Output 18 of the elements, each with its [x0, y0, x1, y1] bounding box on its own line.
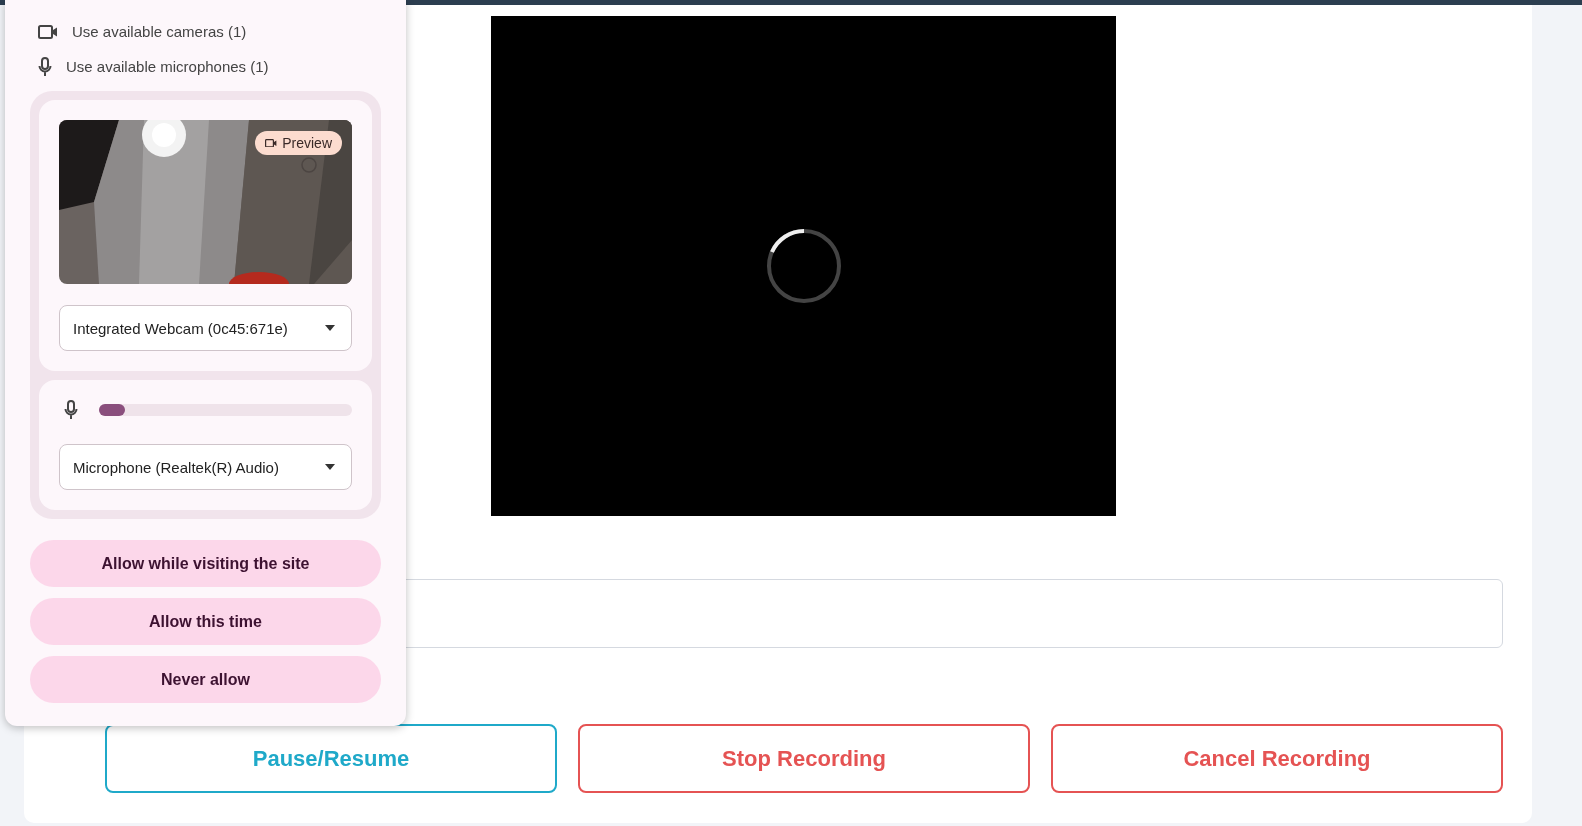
select-value: Microphone (Realtek(R) Audio): [73, 458, 279, 476]
microphone-icon: [64, 400, 78, 420]
permission-label: Use available microphones (1): [66, 58, 269, 75]
camera-icon: [265, 138, 278, 148]
permission-button[interactable]: Never allow: [30, 656, 381, 703]
recording-button[interactable]: Cancel Recording: [1051, 724, 1503, 793]
badge-label: Preview: [282, 135, 332, 151]
select-value: Integrated Webcam (0c45:671e): [73, 319, 288, 337]
microphone-select[interactable]: Microphone (Realtek(R) Audio): [59, 444, 352, 490]
permission-label: Use available cameras (1): [72, 23, 247, 40]
microphone-icon: [38, 56, 52, 77]
caret-icon: [325, 325, 335, 331]
caret-icon: [325, 464, 335, 470]
camera-icon: [38, 24, 58, 39]
camera-select[interactable]: Integrated Webcam (0c45:671e): [59, 305, 352, 351]
permission-button[interactable]: Allow this time: [30, 598, 381, 645]
permission-button[interactable]: Allow while visiting the site: [30, 540, 381, 587]
recording-button[interactable]: Stop Recording: [578, 724, 1030, 793]
